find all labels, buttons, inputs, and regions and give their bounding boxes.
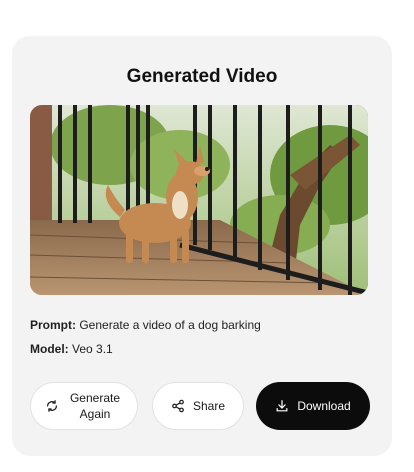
video-frame-illustration (30, 105, 368, 295)
prompt-line: Prompt: Generate a video of a dog barkin… (30, 318, 261, 332)
generated-video-card: Generated Video Prompt: Generate a video… (12, 36, 392, 456)
prompt-label: Prompt: (30, 318, 76, 332)
download-label: Download (297, 399, 351, 413)
generate-again-label: Generate Again (69, 391, 121, 421)
generate-again-button[interactable]: Generate Again (30, 382, 138, 430)
model-value: Veo 3.1 (72, 342, 113, 356)
download-icon (275, 399, 289, 413)
share-icon (171, 399, 185, 413)
model-line: Model: Veo 3.1 (30, 342, 113, 356)
refresh-icon (45, 399, 59, 413)
share-label: Share (192, 399, 226, 413)
share-button[interactable]: Share (152, 382, 244, 430)
prompt-value: Generate a video of a dog barking (79, 318, 261, 332)
video-thumbnail[interactable] (30, 105, 368, 295)
download-button[interactable]: Download (256, 382, 370, 430)
model-label: Model: (30, 342, 69, 356)
card-title: Generated Video (126, 66, 278, 87)
